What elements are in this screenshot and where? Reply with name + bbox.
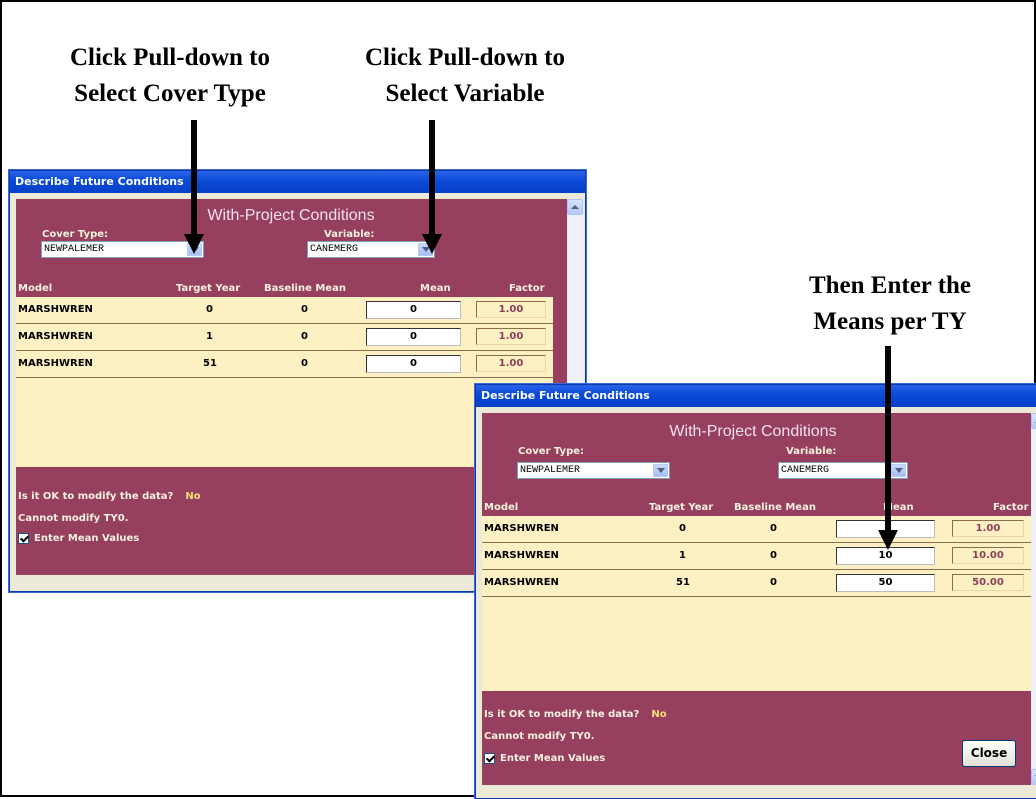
caption-variable-line2: Select Variable	[385, 80, 545, 107]
column-header-baseline-mean: Baseline Mean	[734, 502, 816, 513]
modify-status: Is it OK to modify the data? No	[18, 491, 201, 502]
scroll-up-icon[interactable]	[567, 199, 583, 215]
enter-mean-values-label: Enter Mean Values	[34, 533, 140, 544]
table-row: MARSHWREN 0 0 1.00	[482, 516, 1031, 543]
table-row: MARSHWREN 51 0 0 1.00	[16, 351, 553, 378]
window-title: Describe Future Conditions	[476, 385, 1036, 407]
column-header-baseline-mean: Baseline Mean	[264, 283, 346, 294]
factor-value: 50.00	[952, 574, 1024, 591]
window-title: Describe Future Conditions	[10, 171, 585, 193]
window-client-area: With-Project Conditions Cover Type: NEWP…	[482, 413, 1031, 785]
caption-cover-type: Click Pull-down to Select Cover Type	[40, 40, 300, 112]
arrowhead-cover-type	[184, 234, 204, 254]
modify-question: Is it OK to modify the data?	[484, 709, 640, 720]
mean-input[interactable]: 0	[366, 355, 461, 373]
modify-answer: No	[185, 491, 201, 502]
scroll-up-icon[interactable]	[1031, 413, 1036, 429]
data-table: MARSHWREN 0 0 1.00 MARSHWREN 1 0 10 10.0…	[482, 516, 1031, 691]
column-header-model: Model	[18, 283, 53, 294]
cover-type-dropdown[interactable]: NEWPALEMER	[517, 462, 670, 479]
mean-input[interactable]: 0	[366, 328, 461, 346]
scroll-down-icon[interactable]	[1031, 769, 1036, 785]
caption-means: Then Enter the Means per TY	[760, 268, 1020, 340]
data-table: MARSHWREN 0 0 0 1.00 MARSHWREN 1 0 0 1.0…	[16, 297, 553, 467]
variable-value: CANEMERG	[781, 465, 830, 476]
cover-type-value: NEWPALEMER	[44, 244, 105, 255]
cell-model: MARSHWREN	[484, 577, 559, 588]
variable-dropdown[interactable]: CANEMERG	[307, 241, 435, 258]
arrowhead-means	[878, 530, 898, 550]
caption-variable-line1: Click Pull-down to	[364, 44, 566, 71]
cell-model: MARSHWREN	[484, 550, 559, 561]
factor-value: 1.00	[476, 328, 546, 345]
caption-cover-type-line2: Select Cover Type	[74, 80, 266, 107]
factor-value: 1.00	[952, 520, 1024, 537]
cell-target-year: 51	[203, 358, 217, 369]
vertical-scrollbar[interactable]	[1031, 413, 1036, 785]
cell-baseline-mean: 0	[770, 550, 777, 561]
caption-variable: Click Pull-down to Select Variable	[335, 40, 595, 112]
table-row: MARSHWREN 51 0 50 50.00	[482, 570, 1031, 597]
cell-baseline-mean: 0	[301, 304, 308, 315]
cell-baseline-mean: 0	[770, 577, 777, 588]
cell-target-year: 1	[679, 550, 686, 561]
factor-value: 1.00	[476, 355, 546, 372]
cannot-modify-message: Cannot modify TY0.	[18, 513, 129, 524]
arrow-to-variable	[429, 120, 435, 235]
mean-input[interactable]: 50	[836, 574, 935, 592]
chevron-down-icon[interactable]	[891, 464, 906, 477]
cover-type-dropdown[interactable]: NEWPALEMER	[41, 241, 204, 258]
caption-means-line2: Means per TY	[813, 308, 967, 335]
variable-label: Variable:	[324, 229, 375, 240]
variable-value: CANEMERG	[310, 244, 359, 255]
column-header-model: Model	[484, 502, 519, 513]
cell-target-year: 0	[206, 304, 213, 315]
cell-model: MARSHWREN	[18, 331, 93, 342]
arrow-to-cover-type	[191, 120, 197, 235]
cover-type-label: Cover Type:	[42, 229, 109, 240]
cell-model: MARSHWREN	[484, 523, 559, 534]
caption-cover-type-line1: Click Pull-down to	[69, 44, 271, 71]
caption-means-line1: Then Enter the	[808, 272, 972, 299]
column-header-mean: Mean	[420, 283, 451, 294]
enter-mean-values-label: Enter Mean Values	[500, 753, 606, 764]
cell-target-year: 51	[676, 577, 690, 588]
variable-label: Variable:	[786, 446, 837, 457]
column-header-factor: Factor	[509, 283, 545, 294]
factor-value: 1.00	[476, 301, 546, 318]
cell-model: MARSHWREN	[18, 358, 93, 369]
arrowhead-variable	[422, 234, 442, 254]
column-header-target-year: Target Year	[176, 283, 241, 294]
section-heading: With-Project Conditions	[207, 207, 375, 224]
column-header-factor: Factor	[993, 502, 1029, 513]
cell-target-year: 1	[206, 331, 213, 342]
chevron-down-icon[interactable]	[653, 464, 668, 477]
enter-mean-values-checkbox[interactable]	[484, 753, 495, 764]
close-button[interactable]: Close	[962, 740, 1016, 767]
cannot-modify-message: Cannot modify TY0.	[484, 731, 595, 742]
cover-type-value: NEWPALEMER	[520, 465, 581, 476]
mean-input[interactable]: 0	[366, 301, 461, 319]
modify-answer: No	[651, 709, 667, 720]
cell-baseline-mean: 0	[301, 358, 308, 369]
cell-target-year: 0	[679, 523, 686, 534]
window-describe-future-conditions-front: Describe Future Conditions With-Project …	[475, 384, 1036, 799]
arrow-to-means	[885, 346, 891, 531]
table-row: MARSHWREN 1 0 10 10.00	[482, 543, 1031, 570]
table-row: MARSHWREN 0 0 0 1.00	[16, 297, 553, 324]
cell-baseline-mean: 0	[770, 523, 777, 534]
cell-baseline-mean: 0	[301, 331, 308, 342]
column-header-target-year: Target Year	[649, 502, 714, 513]
modify-question: Is it OK to modify the data?	[18, 491, 174, 502]
cover-type-label: Cover Type:	[518, 446, 585, 457]
factor-value: 10.00	[952, 547, 1024, 564]
table-row: MARSHWREN 1 0 0 1.00	[16, 324, 553, 351]
modify-status: Is it OK to modify the data? No	[484, 709, 667, 720]
section-heading: With-Project Conditions	[669, 423, 837, 440]
enter-mean-values-checkbox[interactable]	[18, 533, 29, 544]
cell-model: MARSHWREN	[18, 304, 93, 315]
